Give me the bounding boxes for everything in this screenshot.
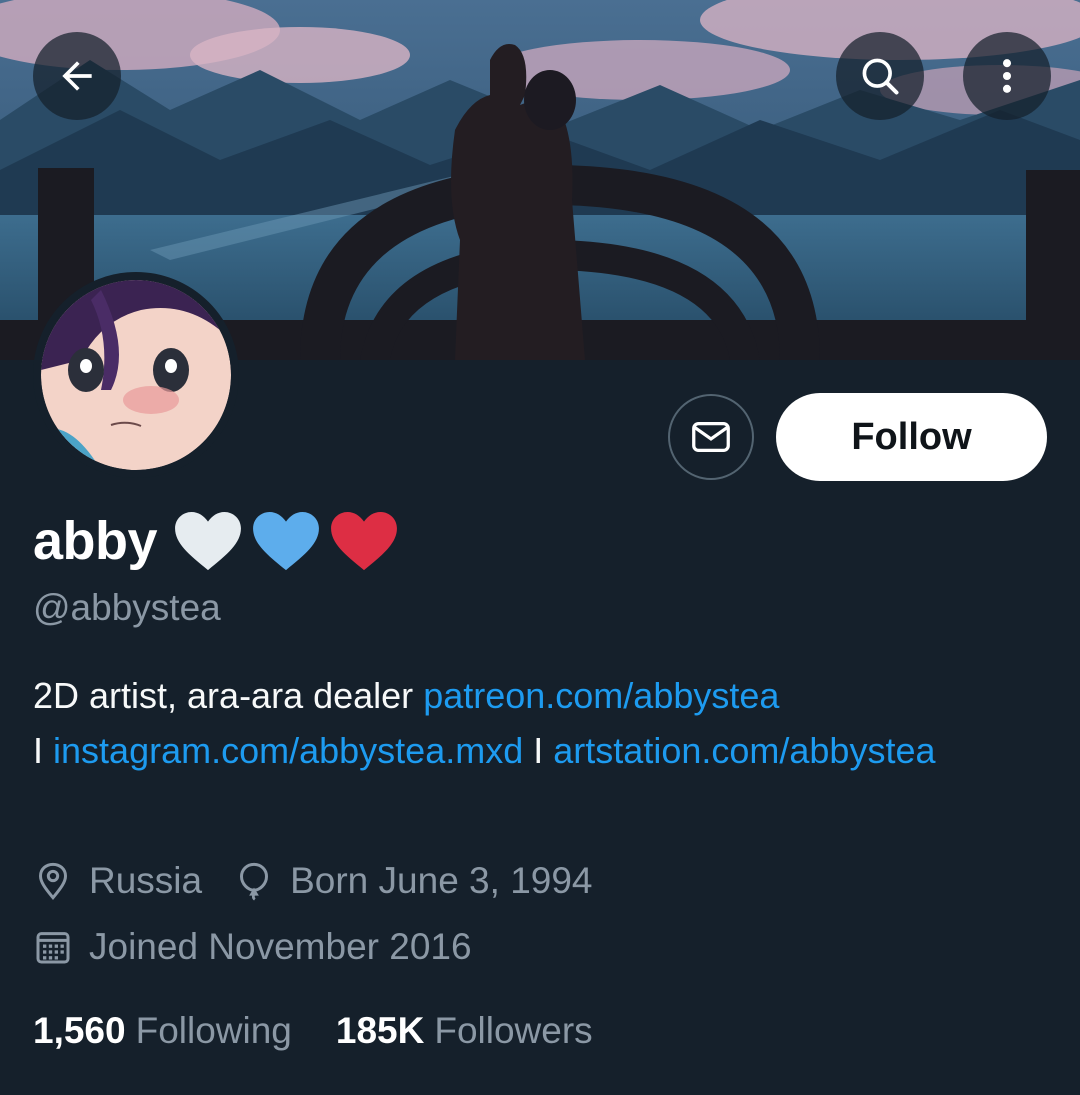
joined-item: Joined November 2016 (33, 926, 472, 968)
back-button[interactable] (33, 32, 121, 120)
followers-stat[interactable]: 185K Followers (336, 1010, 593, 1052)
bio-link-patreon[interactable]: patreon.com/abbystea (423, 675, 779, 716)
profile-meta-row: Russia Born June 3, 1994 (33, 860, 625, 902)
blue-heart-icon (253, 511, 319, 571)
user-handle: @abbystea (33, 587, 221, 628)
display-name-row: abby (33, 505, 399, 577)
bio-separator: I (533, 730, 544, 771)
search-icon (862, 58, 899, 95)
bio-text: 2D artist, ara-ara dealer (33, 675, 414, 716)
profile-bio: 2D artist, ara-ara dealer patreon.com/ab… (33, 668, 993, 778)
envelope-icon (692, 421, 730, 453)
bio-link-instagram[interactable]: instagram.com/abbystea.mxd (53, 730, 523, 771)
following-stat[interactable]: 1,560 Following (33, 1010, 292, 1052)
follow-stats: 1,560 Following 185K Followers (33, 1010, 637, 1052)
more-options-button[interactable] (963, 32, 1051, 120)
location-text: Russia (89, 860, 203, 901)
follow-button[interactable]: Follow (776, 393, 1047, 481)
location-item: Russia (33, 860, 202, 902)
bio-separator: I (33, 730, 44, 771)
message-button[interactable] (668, 394, 754, 480)
following-count: 1,560 (33, 1010, 126, 1051)
arrow-left-icon (62, 61, 92, 91)
search-button[interactable] (836, 32, 924, 120)
calendar-icon (36, 932, 70, 964)
balloon-icon (240, 862, 269, 901)
following-label: Following (135, 1010, 292, 1051)
joined-text: Joined November 2016 (89, 926, 472, 967)
profile-avatar[interactable] (33, 272, 239, 478)
white-heart-icon (175, 511, 241, 571)
followers-count: 185K (335, 1010, 425, 1051)
more-vertical-icon (1002, 59, 1012, 93)
display-name: abby (33, 511, 158, 571)
profile-meta-row: Joined November 2016 (33, 926, 504, 968)
red-heart-icon (331, 511, 397, 571)
birthday-item: Born June 3, 1994 (234, 860, 593, 902)
followers-label: Followers (434, 1010, 593, 1051)
birthday-text: Born June 3, 1994 (290, 860, 593, 901)
location-pin-icon (38, 862, 68, 901)
bio-link-artstation[interactable]: artstation.com/abbystea (553, 723, 935, 778)
